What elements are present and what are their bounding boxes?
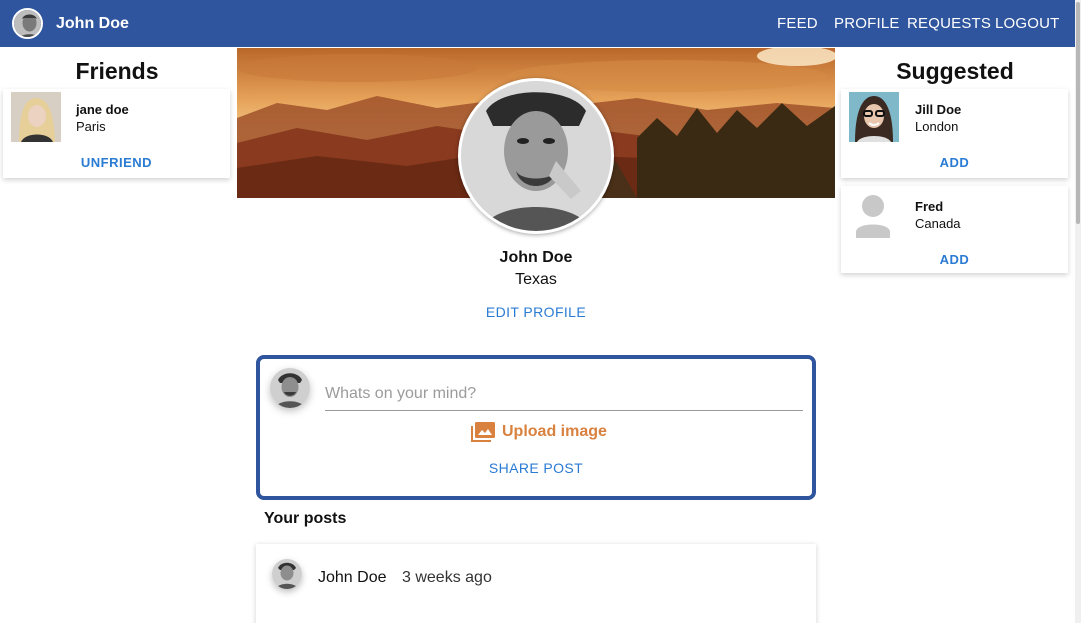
unfriend-button[interactable]: UNFRIEND <box>3 155 230 170</box>
suggested-name[interactable]: Fred <box>915 199 943 214</box>
edit-profile-button[interactable]: EDIT PROFILE <box>436 304 636 320</box>
profile-name: John Doe <box>499 249 573 266</box>
suggested-location: London <box>915 119 959 134</box>
nav-feed[interactable]: FEED <box>777 15 818 32</box>
post-author-name[interactable]: John Doe <box>318 569 387 587</box>
add-friend-button[interactable]: ADD <box>841 252 1068 267</box>
friend-name[interactable]: jane doe <box>76 102 129 117</box>
profile-location: Texas <box>515 271 557 288</box>
suggested-location: Canada <box>915 216 961 231</box>
nav-logout[interactable]: LOGOUT <box>995 15 1060 32</box>
page-scrollbar[interactable] <box>1075 0 1081 623</box>
post-text-input[interactable] <box>325 377 803 411</box>
post-timestamp: 3 weeks ago <box>402 569 492 586</box>
post-author-avatar[interactable] <box>272 559 302 589</box>
friend-card: jane doe Paris UNFRIEND <box>3 89 230 178</box>
upload-image-label: Upload image <box>502 423 607 440</box>
top-navigation-bar: John Doe FEED PROFILE REQUESTS LOGOUT <box>0 0 1075 47</box>
friends-title: Friends <box>75 58 159 84</box>
suggested-avatar[interactable] <box>849 92 899 142</box>
share-post-button[interactable]: SHARE POST <box>260 460 812 476</box>
upload-image-button[interactable]: Upload image <box>470 421 607 443</box>
post-card: John Doe 3 weeks ago <box>256 544 816 623</box>
post-composer: Upload image SHARE POST <box>256 355 816 500</box>
profile-avatar[interactable] <box>458 78 614 234</box>
your-posts-heading: Your posts <box>264 510 347 527</box>
header-user-name[interactable]: John Doe <box>56 15 129 33</box>
suggested-title: Suggested <box>896 58 1014 84</box>
suggested-card: Fred Canada ADD <box>841 186 1068 273</box>
scrollbar-thumb[interactable] <box>1076 2 1080 224</box>
friend-avatar[interactable] <box>11 92 61 142</box>
composer-avatar <box>270 368 310 408</box>
nav-requests[interactable]: REQUESTS <box>907 15 991 32</box>
friend-location: Paris <box>76 119 106 134</box>
brand[interactable]: John Doe <box>12 8 129 39</box>
add-friend-button[interactable]: ADD <box>841 155 1068 170</box>
header-avatar[interactable] <box>12 8 43 39</box>
nav-profile[interactable]: PROFILE <box>834 15 900 32</box>
default-avatar-icon[interactable] <box>853 192 893 238</box>
suggested-name[interactable]: Jill Doe <box>915 102 961 117</box>
suggested-card: Jill Doe London ADD <box>841 89 1068 178</box>
photo-library-icon <box>470 421 496 443</box>
